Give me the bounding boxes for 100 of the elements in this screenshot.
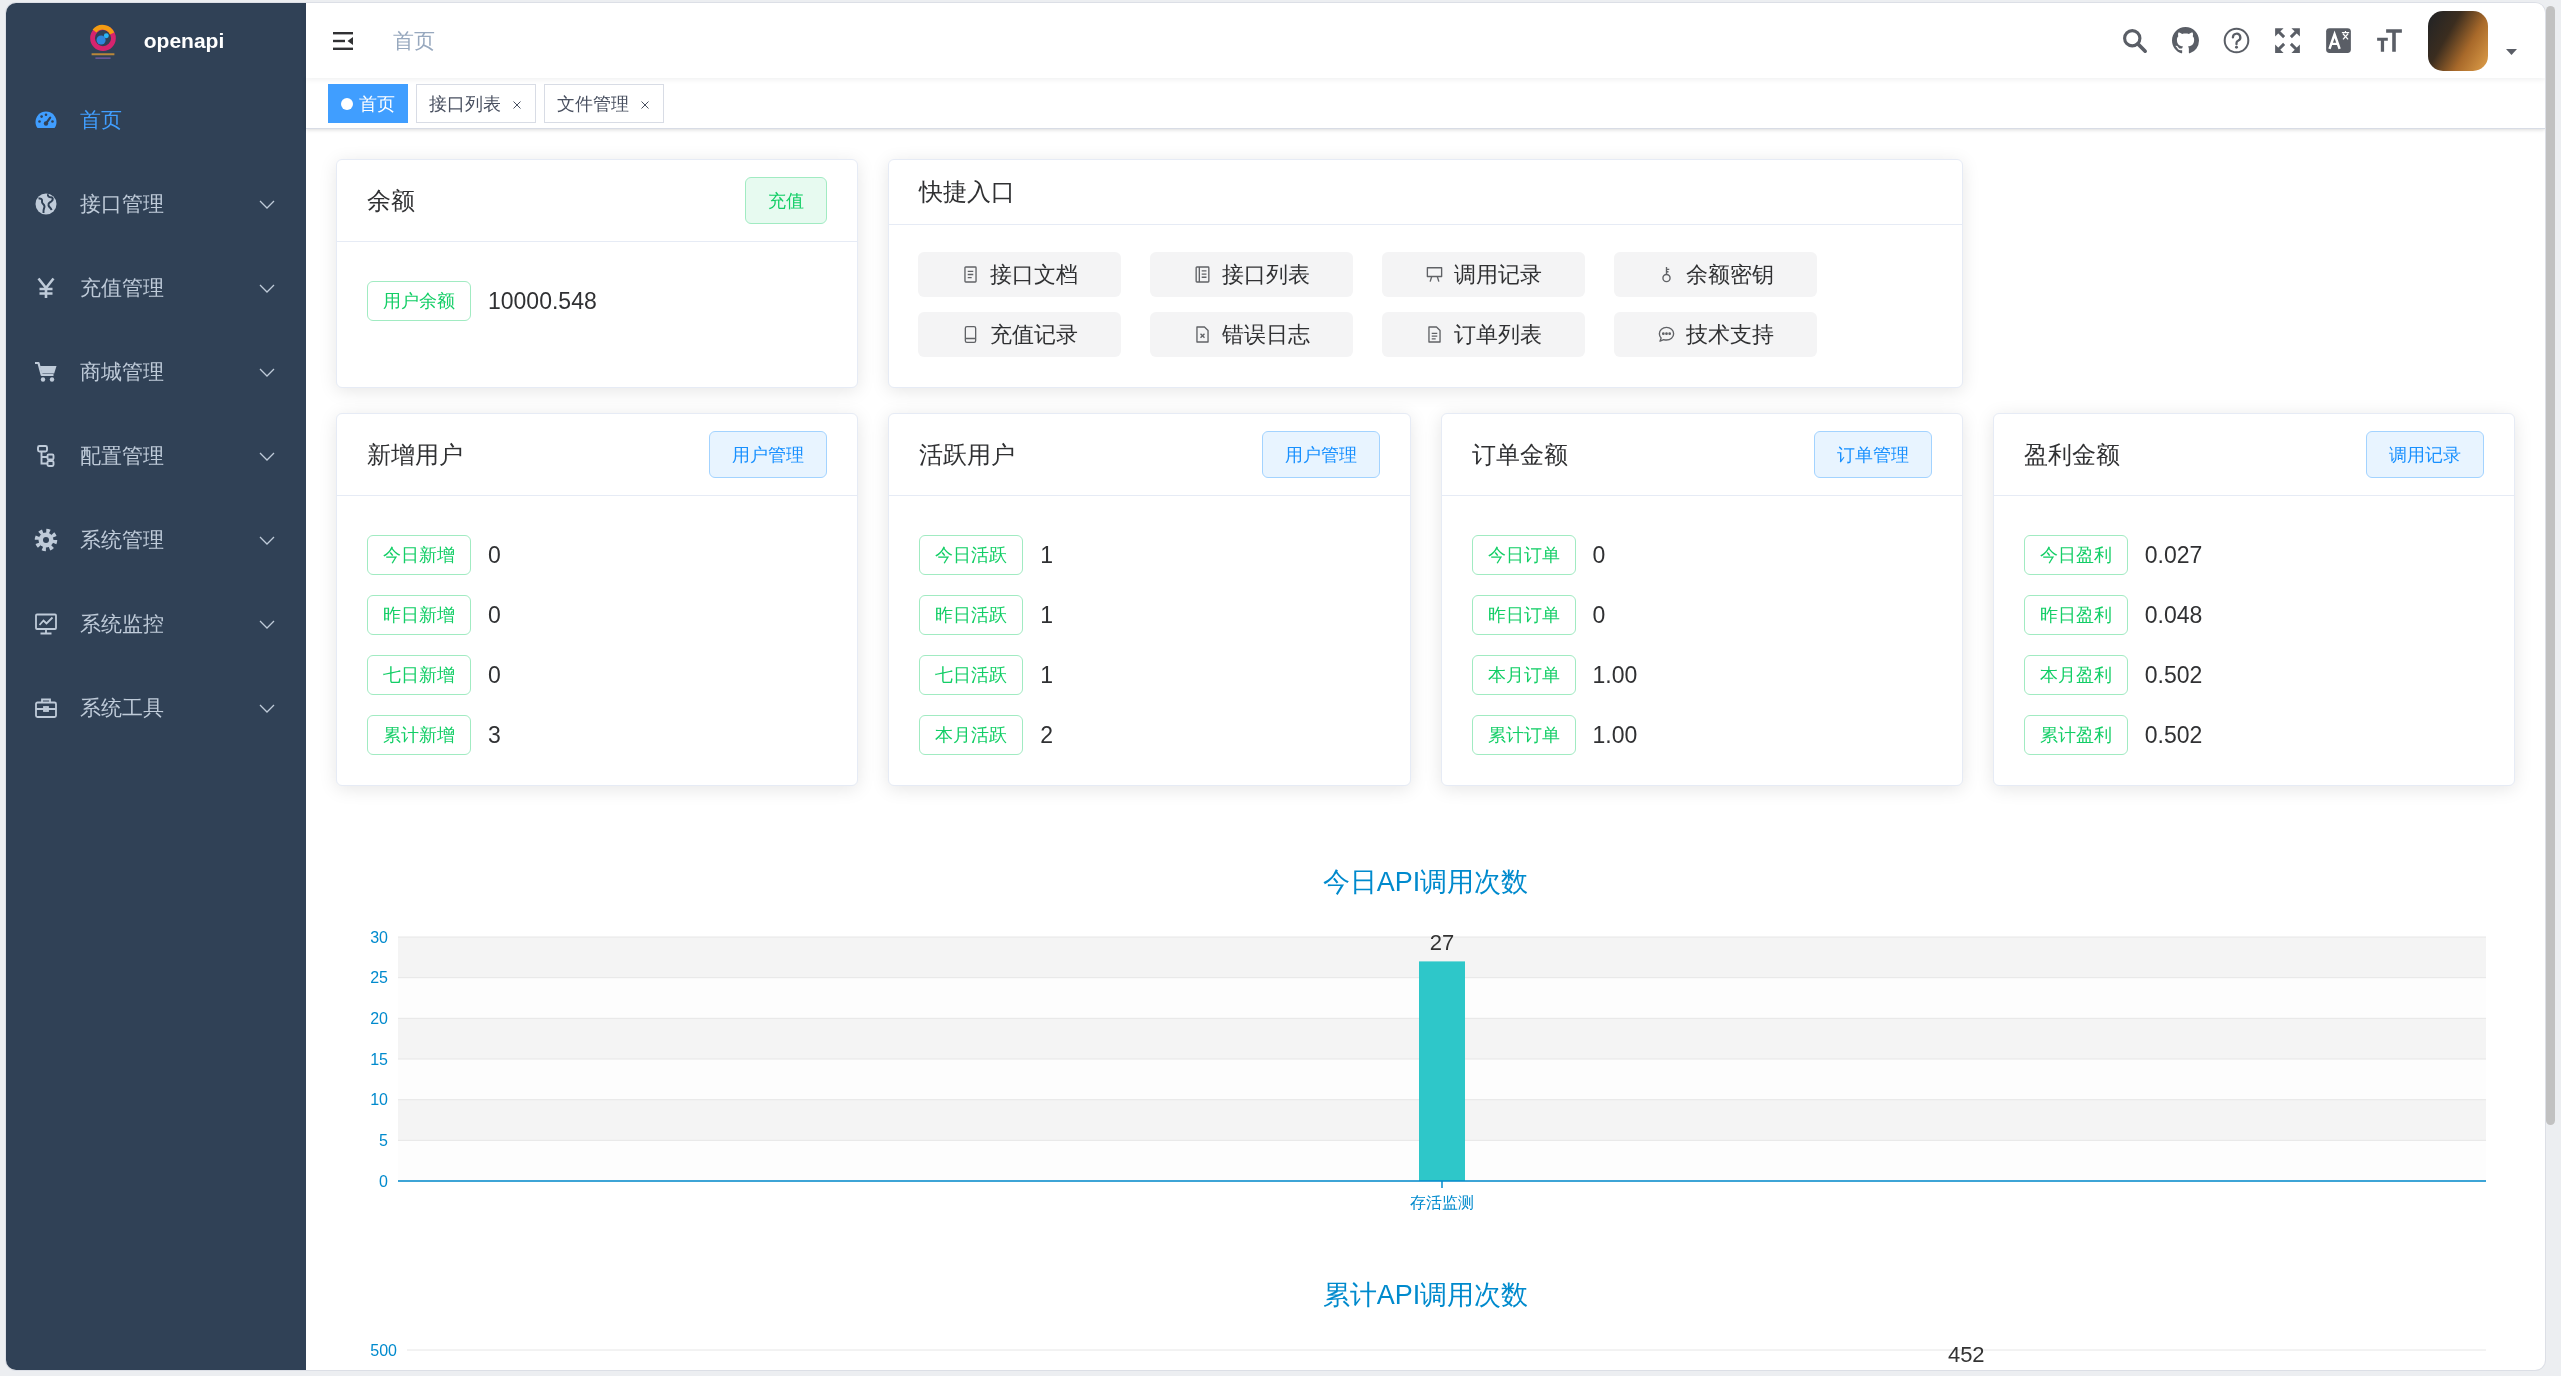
- stat-value: 0: [488, 661, 501, 689]
- card-title: 订单金额: [1471, 439, 1568, 470]
- card-title: 活跃用户: [919, 439, 1016, 470]
- stat-value: 0: [1592, 541, 1606, 569]
- stat-label: 昨日订单: [1471, 595, 1576, 635]
- sidebar-menu-item[interactable]: 系统工具: [6, 666, 306, 750]
- stat-label: 累计盈利: [2023, 715, 2128, 755]
- stat-value: 1: [1040, 601, 1054, 629]
- sidebar-menu-item[interactable]: 首页: [6, 78, 306, 162]
- close-icon[interactable]: [513, 100, 521, 109]
- translate-icon[interactable]: [2325, 27, 2352, 54]
- stat-label: 累计订单: [1471, 715, 1576, 755]
- text-size-icon[interactable]: [2376, 27, 2403, 54]
- cart-icon: [34, 360, 58, 384]
- chevron-down-icon: [259, 619, 275, 629]
- chevron-down-icon: [259, 283, 275, 293]
- caret-down-icon: [2506, 48, 2517, 55]
- toolbox-icon: [34, 696, 58, 720]
- y-axis-label: 10: [370, 1091, 388, 1109]
- stat-value: 0: [488, 541, 501, 569]
- stat-value: 1: [1040, 541, 1054, 569]
- sidebar-menu-item[interactable]: 配置管理: [6, 414, 306, 498]
- bar-value-label: 27: [1429, 930, 1455, 956]
- close-icon[interactable]: [641, 100, 649, 109]
- card-title: 余额: [367, 185, 415, 216]
- stat-label: 今日活跃: [919, 535, 1024, 575]
- stat-label: 七日新增: [367, 655, 471, 695]
- stat-value: 0: [1592, 601, 1606, 629]
- stat-value: 1.00: [1592, 721, 1638, 749]
- app-title: openapi: [143, 28, 225, 53]
- search-icon[interactable]: [2121, 27, 2148, 54]
- chevron-down-icon: [259, 535, 275, 545]
- chevron-down-icon: [259, 451, 275, 461]
- quick-link-button[interactable]: 调用记录: [1382, 252, 1586, 297]
- stat-value: 1: [1040, 661, 1054, 689]
- chat-icon: [1657, 325, 1677, 344]
- stat-value: 0.027: [2144, 541, 2203, 569]
- stat-value: 3: [488, 721, 501, 749]
- stat-value: 10000.548: [488, 287, 597, 315]
- gear-icon: [34, 528, 58, 552]
- screen-icon: [1425, 265, 1445, 284]
- stat-value: 2: [1040, 721, 1054, 749]
- stat-label: 本月盈利: [2023, 655, 2128, 695]
- stat-label: 今日新增: [367, 535, 471, 575]
- stat-label: 本月订单: [1471, 655, 1576, 695]
- stat-value: 1.00: [1592, 661, 1638, 689]
- stat-label: 七日活跃: [919, 655, 1024, 695]
- chevron-down-icon: [259, 199, 275, 209]
- card-title: 新增用户: [367, 439, 463, 470]
- quick-link-button[interactable]: 订单列表: [1382, 312, 1586, 357]
- chart-title: 今日API调用次数: [1321, 866, 1530, 899]
- sidebar-menu-item[interactable]: 商城管理: [6, 330, 306, 414]
- quick-link-button[interactable]: 接口文档: [918, 252, 1122, 297]
- stat-label: 今日订单: [1471, 535, 1576, 575]
- book-icon: [1193, 265, 1213, 284]
- sidebar-menu-item[interactable]: 充值管理: [6, 246, 306, 330]
- stat-label: 昨日新增: [367, 595, 471, 635]
- stat-value: 0.048: [2144, 601, 2203, 629]
- chevron-down-icon: [259, 703, 275, 713]
- help-icon[interactable]: [2223, 27, 2250, 54]
- stat-label: 昨日盈利: [2023, 595, 2128, 635]
- page-tab[interactable]: 接口列表: [416, 84, 536, 123]
- y-axis-label: 5: [379, 1131, 388, 1149]
- sidebar-menu-item[interactable]: 接口管理: [6, 162, 306, 246]
- fullscreen-icon[interactable]: [2274, 27, 2301, 54]
- chart-title: 累计API调用次数: [1321, 1279, 1530, 1312]
- bar-value-label: 452: [1947, 1342, 1985, 1367]
- y-axis-label: 20: [370, 1009, 388, 1027]
- chevron-down-icon: [259, 367, 275, 377]
- breadcrumb-item: 首页: [393, 27, 435, 54]
- stat-label: 本月活跃: [919, 715, 1024, 755]
- github-icon[interactable]: [2172, 27, 2199, 54]
- y-axis-label: 25: [370, 969, 388, 987]
- card-title: 快捷入口: [919, 177, 1016, 207]
- sidebar-menu-item[interactable]: 系统监控: [6, 582, 306, 666]
- quick-link-button[interactable]: 余额密钥: [1614, 252, 1818, 297]
- stat-value: 0.502: [2144, 721, 2203, 749]
- stat-label: 今日盈利: [2023, 535, 2128, 575]
- y-axis-label: 30: [370, 928, 388, 946]
- quick-link-button[interactable]: 充值记录: [918, 312, 1122, 357]
- quick-link-button[interactable]: 接口列表: [1150, 252, 1354, 297]
- y-axis-label: 500: [370, 1341, 397, 1359]
- card-title: 盈利金额: [2023, 439, 2120, 470]
- sidebar-menu-item[interactable]: 系统管理: [6, 498, 306, 582]
- active-dot-icon: [341, 97, 353, 110]
- stat-value: 0.502: [2144, 661, 2203, 689]
- stat-value: 0: [488, 601, 501, 629]
- y-axis-label: 15: [370, 1050, 388, 1068]
- y-axis-label: 0: [379, 1172, 388, 1190]
- page-tab[interactable]: 文件管理: [544, 84, 664, 123]
- quick-link-button[interactable]: 错误日志: [1150, 312, 1354, 357]
- stat-label: 累计新增: [367, 715, 471, 755]
- stat-label: 用户余额: [367, 281, 471, 321]
- scrollbar-thumb[interactable]: [2546, 6, 2555, 1125]
- x-axis-label: 存活监测: [1410, 1193, 1474, 1211]
- stat-label: 昨日活跃: [919, 595, 1024, 635]
- globe-icon: [34, 192, 58, 216]
- monitor-icon: [34, 612, 58, 636]
- quick-link-button[interactable]: 技术支持: [1614, 312, 1818, 357]
- avatar-image[interactable]: [2428, 10, 2488, 71]
